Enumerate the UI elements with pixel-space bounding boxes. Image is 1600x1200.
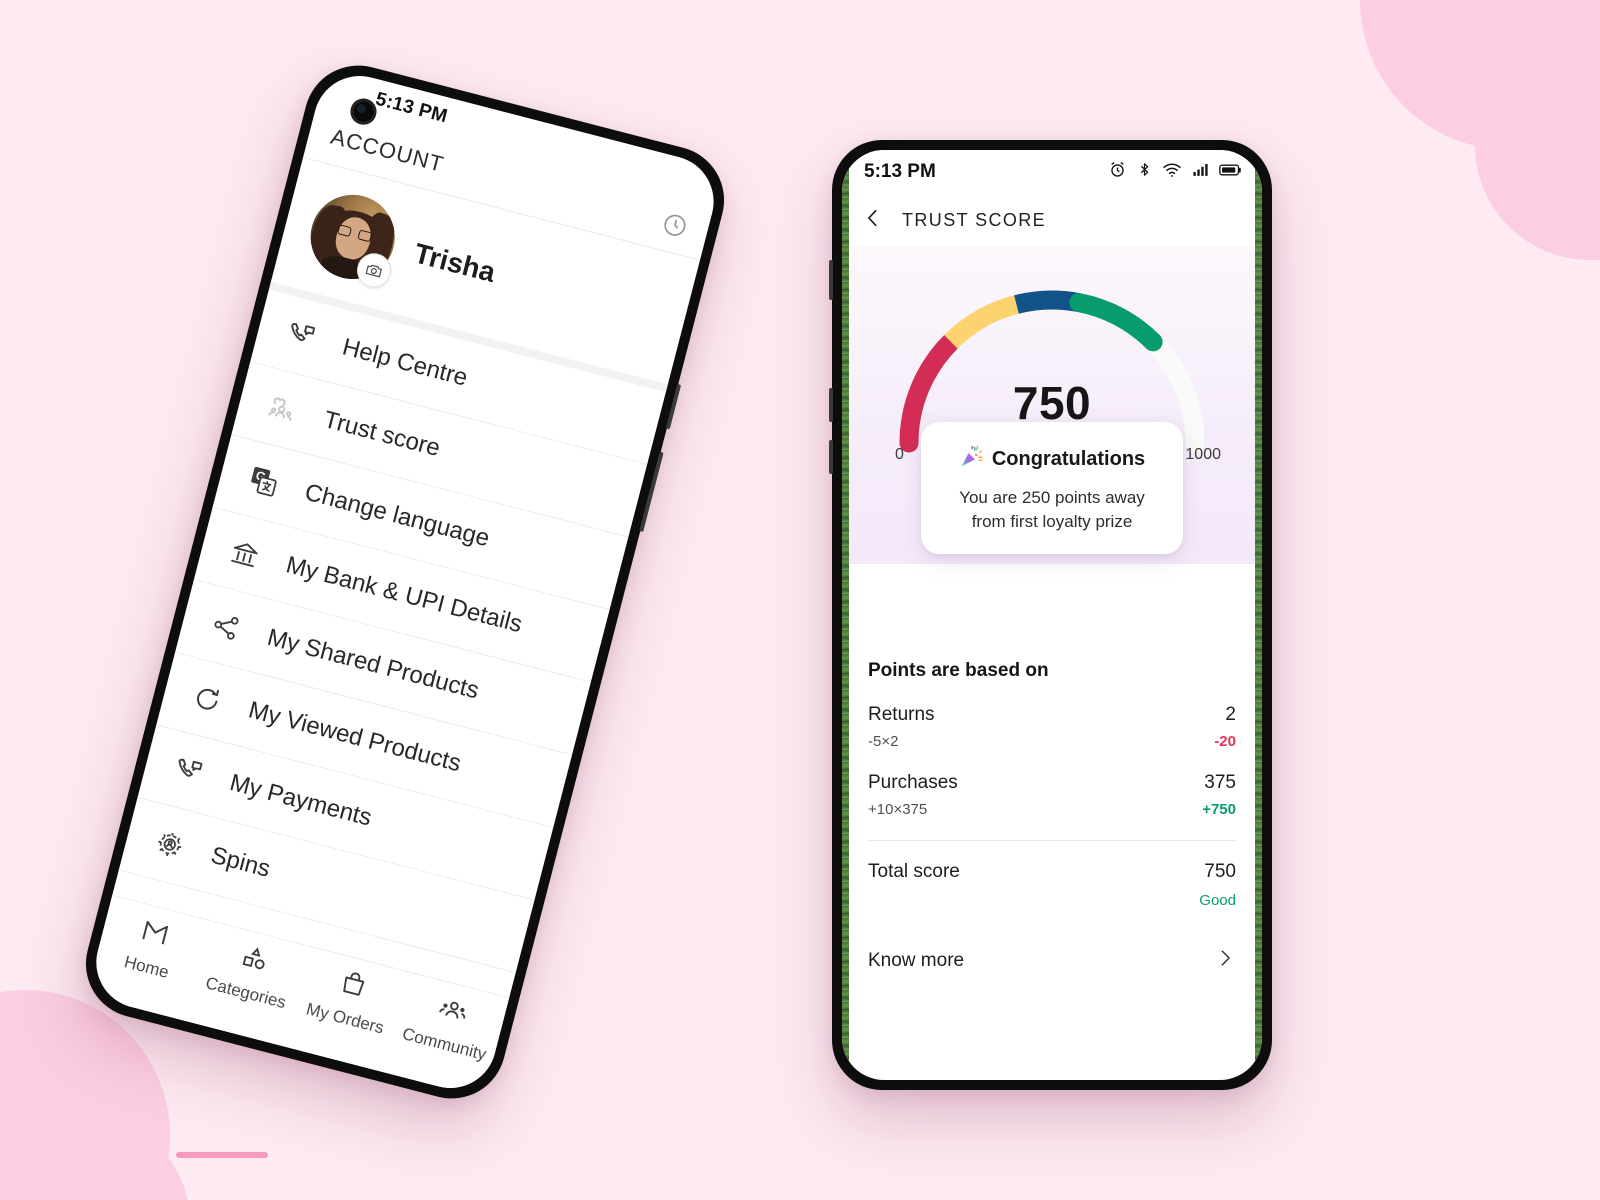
points-row-count: 375 — [1204, 772, 1236, 793]
points-row-formula: +10×375 — [868, 801, 928, 818]
gauge-segment-excellent — [1069, 293, 1163, 352]
nav-label: My Orders — [304, 999, 386, 1038]
bluetooth-icon — [1136, 161, 1153, 183]
points-row-delta: +750 — [1202, 801, 1236, 818]
congratulations-card: Congratulations You are 250 points away … — [921, 422, 1183, 555]
signal-icon — [1191, 160, 1210, 184]
total-score-row: Total score 750 — [868, 861, 1236, 883]
alarm-icon — [1108, 160, 1127, 184]
nav-item-categories[interactable]: Categories — [194, 931, 309, 1016]
nav-item-my-orders[interactable]: My Orders — [293, 957, 408, 1042]
battery-icon — [1219, 163, 1242, 182]
right-status-time: 5:13 PM — [864, 161, 936, 182]
trust-people-icon — [262, 388, 303, 429]
congratulations-title: Congratulations — [991, 447, 1146, 470]
bag-icon — [334, 966, 372, 1007]
right-status-bar: 5:13 PM — [842, 150, 1262, 194]
total-score-value: 750 — [1204, 861, 1236, 882]
profile-name: Trisha — [410, 237, 499, 289]
right-phone-screen: 5:13 PM TRUST SCORE 750 0 1000 Congratul… — [842, 150, 1262, 1080]
gauge-max-label: 1000 — [1185, 446, 1221, 463]
points-heading: Points are based on — [868, 660, 1049, 681]
nav-item-community[interactable]: Community — [392, 982, 507, 1067]
congratulations-line1: You are 250 points away — [959, 488, 1145, 507]
page-title: TRUST SCORE — [902, 209, 1047, 230]
spin-wheel-icon — [149, 824, 190, 865]
phone-message-icon — [281, 315, 322, 356]
points-subrow-purchases: +10×375 +750 — [868, 801, 1236, 818]
volume-down-button[interactable] — [829, 440, 833, 474]
community-people-icon — [434, 991, 472, 1032]
points-row-label: Returns — [868, 704, 935, 725]
pink-streak — [176, 1152, 268, 1158]
points-row-formula: -5×2 — [868, 733, 899, 750]
nav-label: Home — [122, 952, 171, 982]
avatar-wrap[interactable] — [301, 185, 404, 292]
menu-item-label: Trust score — [320, 406, 443, 462]
share-icon — [205, 606, 246, 647]
congratulations-line2: from first loyalty prize — [971, 512, 1133, 532]
know-more-label: Know more — [868, 949, 965, 971]
nav-label: Categories — [203, 973, 289, 1013]
points-row-count: 2 — [1225, 704, 1236, 725]
nav-item-home[interactable]: Home — [94, 905, 209, 990]
menu-item-label: Help Centre — [339, 333, 471, 392]
history-rotate-icon — [187, 679, 228, 720]
points-breakdown-section: Points are based on Returns 2 -5×2 -20 P… — [842, 564, 1262, 974]
phone-message-icon — [168, 751, 209, 792]
total-score-rating: Good — [1199, 892, 1236, 909]
chevron-right-icon[interactable] — [1214, 947, 1236, 974]
screen-edge-left — [842, 150, 849, 1080]
back-chevron-icon[interactable] — [862, 207, 884, 234]
points-row-returns: Returns 2 — [868, 704, 1236, 726]
history-icon[interactable] — [659, 209, 691, 241]
translate-icon: G — [243, 461, 284, 502]
meesho-m-icon — [136, 914, 174, 955]
gauge-min-label: 0 — [895, 446, 904, 463]
points-subrow-returns: -5×2 -20 — [868, 733, 1236, 750]
screen-edge-right — [1255, 150, 1262, 1080]
menu-item-label: Spins — [208, 841, 274, 883]
bank-icon — [224, 533, 265, 574]
wifi-icon — [1162, 160, 1182, 185]
total-score-label: Total score — [868, 861, 960, 882]
points-row-purchases: Purchases 375 — [868, 772, 1236, 794]
menu-item-label: My Payments — [226, 769, 375, 832]
points-row-label: Purchases — [868, 772, 958, 793]
party-popper-icon — [959, 444, 984, 474]
right-phone-mockup: 5:13 PM TRUST SCORE 750 0 1000 Congratul… — [829, 140, 1272, 1090]
nav-label: Community — [400, 1024, 489, 1065]
gauge-segment-average — [944, 295, 1020, 349]
shapes-icon — [235, 940, 273, 981]
section-divider — [868, 840, 1236, 841]
points-row-delta: -20 — [1214, 733, 1236, 750]
app-bar: TRUST SCORE — [842, 194, 1262, 246]
power-button[interactable] — [829, 260, 833, 300]
know-more-row[interactable]: Know more — [868, 947, 1236, 974]
volume-up-button[interactable] — [829, 388, 833, 422]
